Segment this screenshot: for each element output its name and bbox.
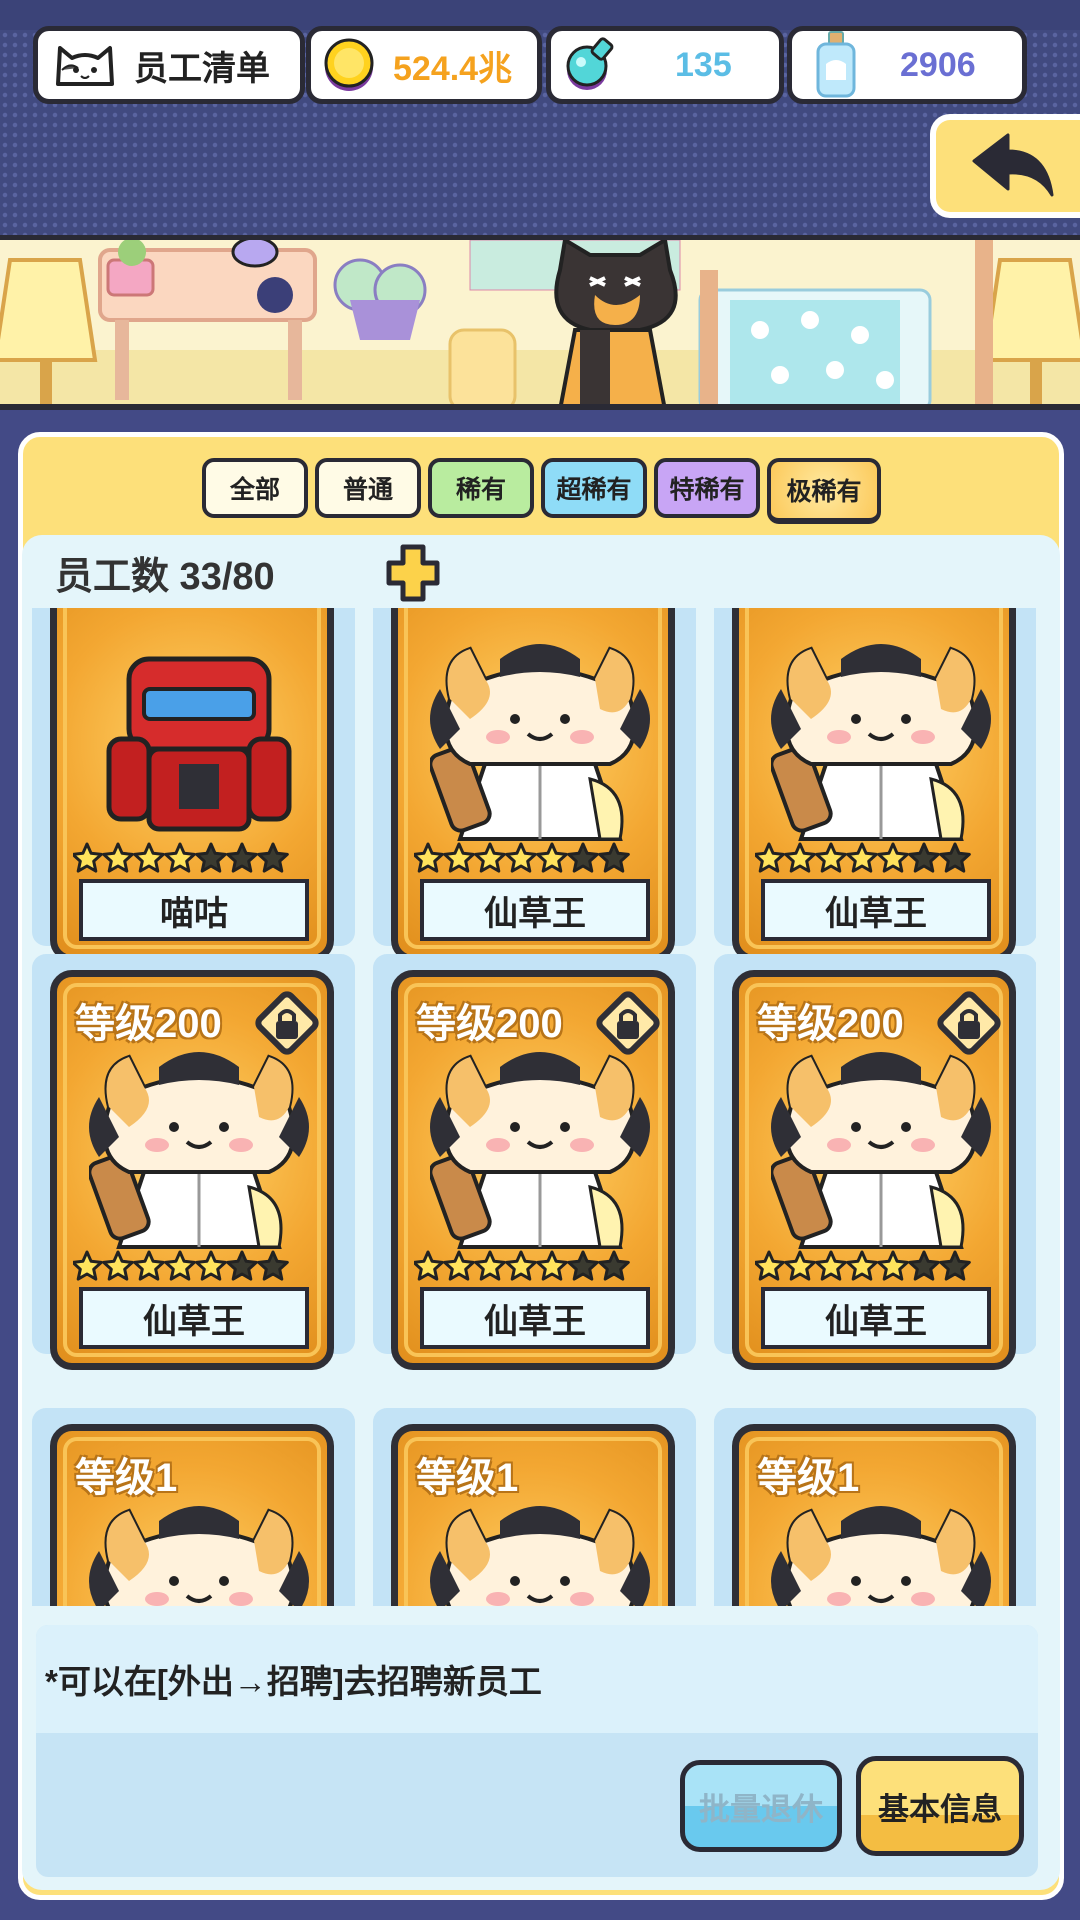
basic-info-button[interactable]: 基本信息 [856, 1756, 1024, 1856]
card-level: 等级200 [757, 1002, 904, 1046]
expand-capacity-button[interactable] [385, 543, 441, 608]
lock-button[interactable] [255, 991, 319, 1060]
rarity-filter-tabs: 全部 普通 稀有 超稀有 特稀有 极稀有 [202, 458, 881, 524]
star-rating [71, 1247, 313, 1287]
staff-card[interactable]: 等级1 [732, 1424, 1016, 1606]
staff-count: 员工数 33/80 [55, 556, 275, 598]
back-arrow-icon [972, 133, 1054, 197]
title-pill: 员工清单 [33, 26, 305, 104]
card-level: 等级1 [75, 1456, 178, 1500]
cat-portrait [89, 1501, 309, 1606]
plus-icon [386, 544, 440, 602]
staff-card-slot: 等级1 [714, 1408, 1036, 1606]
card-name: 仙草王 [420, 1287, 650, 1349]
staff-card-slot: 仙草王 [714, 608, 1036, 962]
staff-card[interactable]: 等级200 仙草王 [50, 970, 334, 1370]
staff-card[interactable]: 等级1 [391, 1424, 675, 1606]
gold-coin-icon [324, 38, 374, 91]
black-cat-icon [554, 240, 678, 404]
cat-face-icon [56, 46, 114, 86]
gold-value: 524.4兆 [393, 49, 513, 88]
potion-flask-icon [566, 37, 614, 90]
bottle-counter: 2906 [787, 26, 1027, 104]
tab-ultra-rare[interactable]: 极稀有 [767, 458, 881, 524]
card-level: 等级200 [416, 1002, 563, 1046]
tab-all[interactable]: 全部 [202, 458, 308, 518]
staff-card-slot: 等级200 仙草王 [714, 954, 1036, 1370]
gold-counter: 524.4兆 [306, 26, 542, 104]
card-name: 仙草王 [79, 1287, 309, 1349]
cat-portrait [430, 1501, 650, 1606]
card-name: 仙草王 [420, 879, 650, 941]
lock-icon [937, 991, 1001, 1055]
card-level: 等级200 [75, 1002, 222, 1046]
lock-button[interactable] [596, 991, 660, 1060]
potion-counter: 135 [546, 26, 784, 104]
tab-special-rare[interactable]: 特稀有 [654, 458, 760, 518]
top-bar: 员工清单 524.4兆 135 2906 [0, 0, 1080, 235]
room-illustration [0, 240, 1080, 404]
back-button[interactable] [930, 114, 1080, 218]
lock-icon [255, 991, 319, 1055]
staff-card-slot: 等级200 仙草王 [32, 954, 355, 1370]
staff-card[interactable]: 等级200 仙草王 [732, 970, 1016, 1370]
lock-button[interactable] [937, 991, 1001, 1060]
staff-card[interactable]: 仙草王 [391, 608, 675, 962]
cat-portrait [87, 1047, 309, 1262]
potion-value: 135 [675, 45, 732, 84]
staff-card-slot: 等级1 [373, 1408, 696, 1606]
staff-card[interactable]: 仙草王 [732, 608, 1016, 962]
staff-card-slot: 等级200 仙草王 [373, 954, 696, 1370]
cat-portrait [428, 639, 650, 854]
page-title: 员工清单 [134, 49, 270, 88]
bottle-value: 2906 [900, 45, 976, 84]
staff-card-slot: 喵咕 [32, 608, 355, 962]
cat-portrait [769, 639, 991, 854]
cat-portrait [771, 1501, 991, 1606]
card-level: 等级1 [416, 1456, 519, 1500]
card-level: 等级1 [757, 1456, 860, 1500]
star-rating [71, 839, 313, 879]
staff-card-slot: 仙草王 [373, 608, 696, 962]
batch-retire-button[interactable]: 批量退休 [680, 1760, 842, 1852]
staff-card[interactable]: 等级200 仙草王 [391, 970, 675, 1370]
staff-card[interactable]: 等级1 [50, 1424, 334, 1606]
office-scene [0, 235, 1080, 410]
staff-card-grid: 喵咕 仙草王 仙草王 等级200 仙草王 等级200 仙草王 等级200 仙草王 等级1 等级1 等级… [32, 608, 1036, 1606]
recruit-hint: *可以在[外出→招聘]去招聘新员工 [45, 1663, 542, 1700]
star-rating [412, 1247, 654, 1287]
card-name: 仙草王 [761, 1287, 991, 1349]
tab-super-rare[interactable]: 超稀有 [541, 458, 647, 518]
card-name: 喵咕 [79, 879, 309, 941]
tab-common[interactable]: 普通 [315, 458, 421, 518]
star-rating [753, 839, 995, 879]
message-bottle-icon [816, 31, 856, 98]
robot-cat-portrait [89, 639, 309, 854]
staff-card-slot: 等级1 [32, 1408, 355, 1606]
staff-card[interactable]: 喵咕 [50, 608, 334, 962]
lock-icon [596, 991, 660, 1055]
star-rating [412, 839, 654, 879]
tab-rare[interactable]: 稀有 [428, 458, 534, 518]
cat-portrait [769, 1047, 991, 1262]
star-rating [753, 1247, 995, 1287]
cat-portrait [428, 1047, 650, 1262]
card-name: 仙草王 [761, 879, 991, 941]
